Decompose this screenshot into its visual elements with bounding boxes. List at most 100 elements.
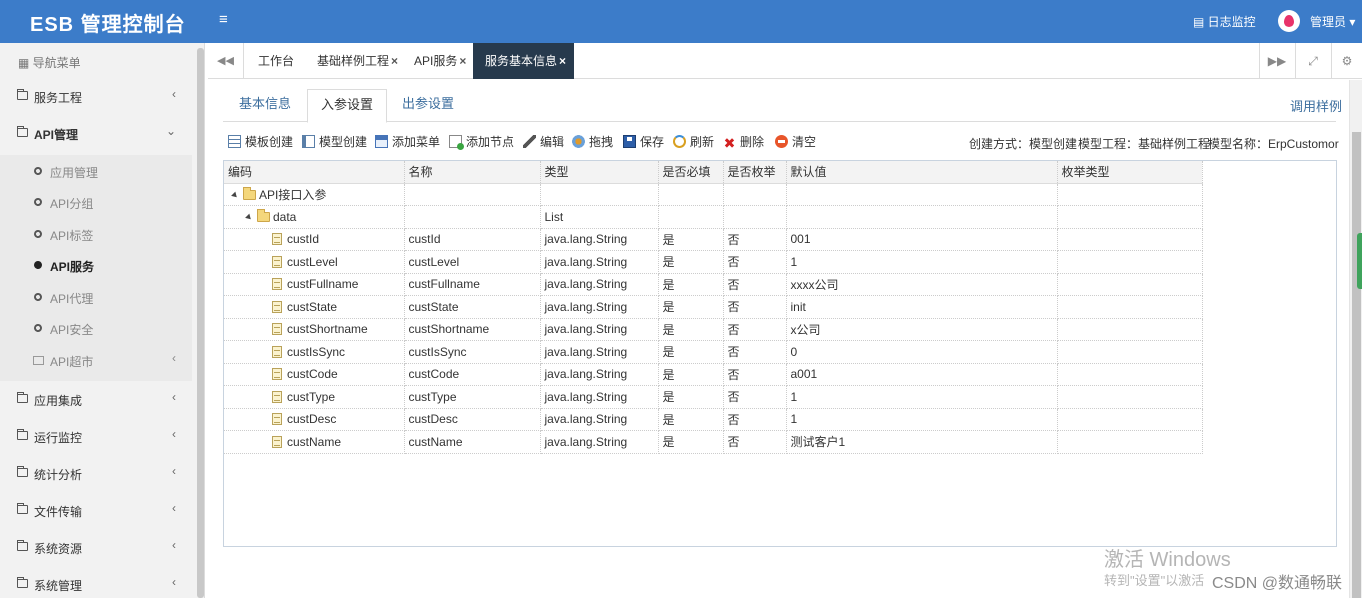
caret-down-icon: ▾ [1346,15,1356,29]
table-row[interactable]: custName custName java.lang.String 是否测试客户1 [224,430,1203,454]
sidebar-subitem-api-tag[interactable]: API标签 [0,220,192,248]
table-row[interactable]: custId custId java.lang.String 是否 001 [224,228,1203,251]
expand-toggle-icon[interactable] [231,191,239,200]
delete-button[interactable]: ✖ 删除 [723,133,764,151]
table-row[interactable]: custDesc custDesc java.lang.String 是否 1 [224,408,1203,431]
cell-required: 是 [658,228,724,251]
sidebar-subitem-api-service[interactable]: API服务 [0,251,192,279]
sidebar-subitem-app-management[interactable]: 应用管理 [0,157,192,185]
content-scrollbar[interactable] [1349,80,1362,598]
sidebar-item-label: API管理 [34,128,79,142]
menu-toggle-icon[interactable]: ≡ [219,11,228,28]
tab-service-basic-info[interactable]: 服务基本信息 × [473,43,575,79]
app-brand: ESB 管理控制台 [30,14,186,36]
tab-input-params[interactable]: 入参设置 [307,89,388,123]
sidebar-item-app-integration[interactable]: 应用集成 ‹ [0,385,192,415]
sidebar-item-file-transfer[interactable]: 文件传输 ‹ [0,496,192,526]
close-icon[interactable]: × [559,54,566,68]
folder-icon [17,392,28,403]
save-button[interactable]: 保存 [623,133,664,151]
table-row[interactable]: custShortname custShortname java.lang.Stri… [224,318,1203,341]
column-header[interactable]: 类型 [540,161,659,184]
table-row[interactable]: custState custState java.lang.String 是否 init [224,295,1203,319]
column-header[interactable]: 是否必填 [658,161,724,184]
clear-button[interactable]: 清空 [775,133,816,151]
subitem-label: API代理 [50,292,94,306]
add-node-button[interactable]: 添加节点 [449,133,514,151]
add-menu-button[interactable]: 添加菜单 [375,133,440,151]
api-submenu: 应用管理 API分组 API标签 API服务 API代理 API安全 API超市… [0,155,192,381]
tab-workbench[interactable]: 工作台 [258,43,294,79]
cell-enum: 否 [723,273,787,296]
subitem-label: API分组 [50,197,94,211]
close-icon[interactable]: × [391,54,398,68]
drag-button[interactable]: 拖拽 [572,133,613,151]
sidebar-item-api-management[interactable]: API管理 ⌄ [0,119,192,149]
sidebar-subitem-api-market[interactable]: API超市 ‹ [0,346,192,374]
template-create-button[interactable]: 模板创建 [228,133,293,151]
sidebar-item-service-project[interactable]: 服务工程 ‹ [0,82,192,112]
scrollbar-thumb[interactable] [1352,132,1361,598]
tabs-scroll-right-icon[interactable]: ▶▶ [1259,43,1294,79]
table-row[interactable]: custType custType java.lang.String 是否 1 [224,385,1203,409]
cell-enum: 否 [723,250,787,274]
table-cell [540,183,659,206]
column-header[interactable]: 编码 [224,161,405,184]
table-row[interactable]: custIsSync custIsSync java.lang.String 是否 0 [224,340,1203,364]
expand-toggle-icon[interactable] [245,213,253,222]
sidebar-item-label: 系统资源 [34,542,83,556]
gear-icon[interactable]: ⚙ [1331,43,1362,79]
sidebar-item-run-monitor[interactable]: 运行监控 ‹ [0,422,192,452]
model-create-button[interactable]: 模型创建 [302,133,367,151]
sidebar-subitem-api-proxy[interactable]: API代理 [0,283,192,311]
avatar[interactable] [1278,10,1300,32]
csdn-watermark: CSDN @数通畅联 [1212,575,1343,592]
table-cell [1057,273,1203,296]
cell-code: custShortname [287,322,368,337]
cell-required: 是 [658,340,724,364]
user-menu[interactable]: 管理员 ▾ [1310,13,1355,30]
tab-sample-project[interactable]: 基础样例工程 × [317,43,398,79]
log-monitor-link[interactable]: ▤ 日志监控 [1193,13,1256,30]
sidebar-item-statistics[interactable]: 统计分析 ‹ [0,459,192,489]
subtabs: 基本信息 入参设置 出参设置 [223,89,1336,123]
table-cell [658,205,724,229]
folder-icon [33,356,44,365]
sidebar-subitem-api-group[interactable]: API分组 [0,188,192,216]
column-header[interactable]: 枚举类型 [1057,161,1203,184]
table-row[interactable]: custLevel custLevel java.lang.String 是否 1 [224,250,1203,274]
tab-basic-info[interactable]: 基本信息 [239,89,291,122]
close-icon[interactable]: × [459,54,466,68]
sidebar-item-system-management[interactable]: 系统管理 ‹ [0,570,192,598]
table-row[interactable]: custCode custCode java.lang.String 是否 a001 [224,363,1203,386]
tree-cell: custState [224,295,405,319]
tab-output-params[interactable]: 出参设置 [402,89,454,122]
column-header[interactable]: 是否枚举 [723,161,787,184]
chevron-down-icon: ⌄ [165,124,176,138]
main-content: 基本信息 入参设置 出参设置 调用样例 模板创建 模型创建 添加菜单 添加节点 … [208,80,1349,598]
table-row[interactable]: custFullname custFullname java.lang.String… [224,273,1203,296]
button-label: 清空 [792,135,817,149]
sidebar-item-label: 统计分析 [34,468,83,482]
table-cell [1057,430,1203,454]
refresh-button[interactable]: 刷新 [673,133,714,151]
sidebar-subitem-api-security[interactable]: API安全 [0,314,192,342]
edit-button[interactable]: 编辑 [523,133,564,151]
chevron-left-icon: ‹ [172,87,176,101]
table-cell [1057,318,1203,341]
cell-code: custName [287,434,342,449]
tabs-scroll-left-icon[interactable]: ◀◀ [208,43,244,79]
table-cell [1057,295,1203,319]
sidebar-scrollbar[interactable] [197,48,204,598]
activate-windows-subtitle: 转到"设置"以激活 [1104,573,1205,588]
fullscreen-icon[interactable]: ⤢ [1295,43,1330,79]
sidebar-item-system-resources[interactable]: 系统资源 ‹ [0,533,192,563]
column-header[interactable]: 名称 [404,161,541,184]
table-row[interactable]: data List [224,205,1203,229]
side-grip-handle[interactable] [1357,233,1362,289]
tab-api-service[interactable]: API服务 × [414,43,466,79]
tree-cell: custShortname [224,318,405,341]
call-sample-link[interactable]: 调用样例 [1290,96,1342,115]
column-header[interactable]: 默认值 [786,161,1058,184]
table-row[interactable]: API接口入参 [224,183,1203,206]
